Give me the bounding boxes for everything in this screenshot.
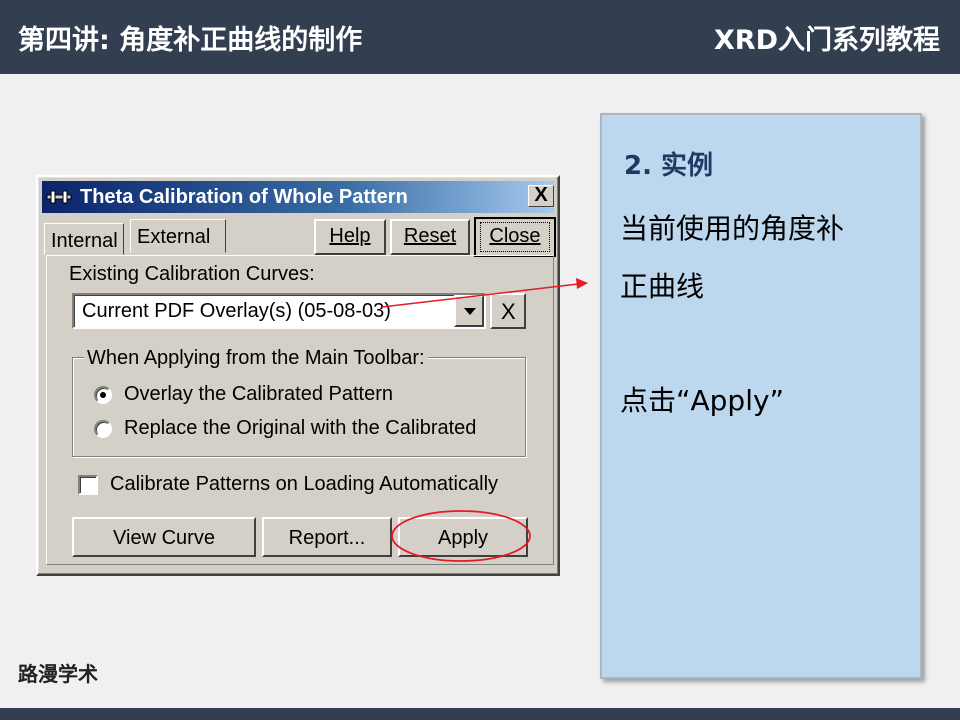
dialog-title: Theta Calibration of Whole Pattern xyxy=(80,186,408,208)
apply-label: Apply xyxy=(437,527,489,549)
calibration-curve-value: Current PDF Overlay(s) (05-08-03) xyxy=(82,300,391,322)
example-heading: 2. 实例 xyxy=(624,151,714,181)
tab-internal[interactable]: Internal xyxy=(44,223,124,255)
auto-calibrate-checkbox[interactable] xyxy=(78,475,98,495)
help-button-label: Help xyxy=(329,225,371,247)
focus-rect xyxy=(480,222,550,252)
report-label: Report... xyxy=(288,527,366,549)
overlay-option-label[interactable]: Overlay the Calibrated Pattern xyxy=(124,383,393,406)
view-curve-label: View Curve xyxy=(113,527,215,549)
replace-option-label[interactable]: Replace the Original with the Calibrated xyxy=(124,417,476,440)
existing-curves-label: Existing Calibration Curves: xyxy=(66,263,318,286)
series-title: XRD入门系列教程 xyxy=(713,25,940,56)
theta-calibration-dialog: Theta Calibration of Whole Pattern X Int… xyxy=(36,175,560,576)
note-line-1: 当前使用的角度补 xyxy=(620,212,845,245)
slide-title: 第四讲: 角度补正曲线的制作 xyxy=(18,25,363,56)
note-line-2: 正曲线 xyxy=(620,270,705,303)
slide-footer-bar xyxy=(0,708,960,720)
app-icon xyxy=(46,190,72,204)
delete-curve-button[interactable]: X xyxy=(490,293,526,329)
tab-internal-label: Internal xyxy=(51,230,118,252)
tab-external-label: External xyxy=(137,226,211,248)
calibration-curve-select[interactable]: Current PDF Overlay(s) (05-08-03) xyxy=(72,293,486,329)
apply-button[interactable]: Apply xyxy=(398,517,528,557)
radio-selected-dot xyxy=(100,392,106,398)
window-close-button[interactable]: X xyxy=(528,185,554,207)
note-line-3: 点击“Apply” xyxy=(620,384,785,417)
close-icon: X xyxy=(534,184,548,206)
brand-label: 路漫学术 xyxy=(18,662,98,686)
reset-button[interactable]: Reset xyxy=(390,219,470,255)
tab-external[interactable]: External xyxy=(130,219,226,253)
replace-radio[interactable] xyxy=(94,420,112,438)
close-button[interactable]: Close xyxy=(474,217,556,257)
toolbar-apply-group xyxy=(72,357,526,457)
reset-button-label: Reset xyxy=(403,225,457,247)
view-curve-button[interactable]: View Curve xyxy=(72,517,256,557)
pointer-arrowhead-icon xyxy=(576,278,588,289)
toolbar-apply-group-label: When Applying from the Main Toolbar: xyxy=(84,347,428,370)
slide-header: 第四讲: 角度补正曲线的制作 XRD入门系列教程 xyxy=(0,0,960,74)
help-button[interactable]: Help xyxy=(314,219,386,255)
dropdown-arrow-icon[interactable] xyxy=(454,295,484,327)
auto-calibrate-label[interactable]: Calibrate Patterns on Loading Automatica… xyxy=(110,473,498,496)
dialog-titlebar[interactable]: Theta Calibration of Whole Pattern X xyxy=(42,181,554,213)
explanation-box: 2. 实例 当前使用的角度补 正曲线 点击“Apply” xyxy=(600,113,922,679)
delete-icon: X xyxy=(501,299,516,324)
overlay-radio[interactable] xyxy=(94,386,112,404)
report-button[interactable]: Report... xyxy=(262,517,392,557)
